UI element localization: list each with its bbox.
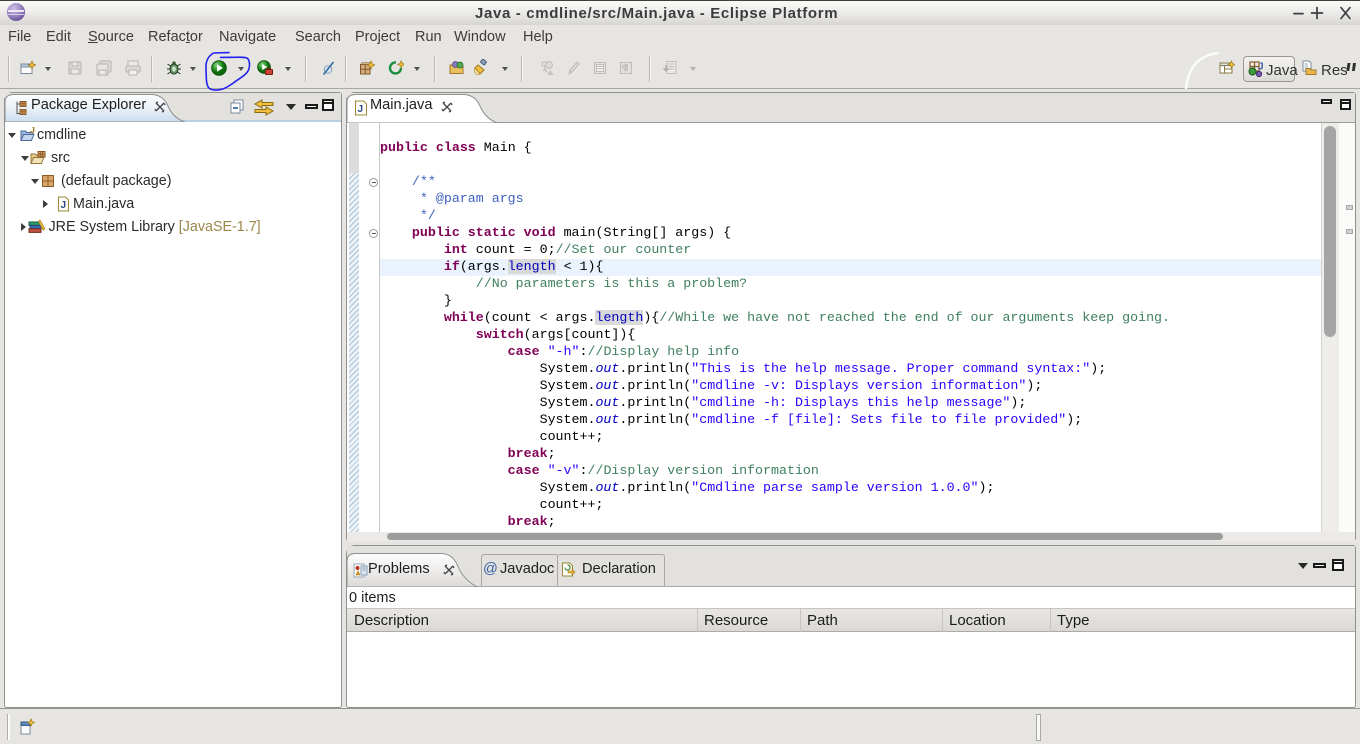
svg-text:J: J: [30, 127, 35, 135]
svg-text:J: J: [1258, 62, 1264, 73]
svg-text:J: J: [358, 104, 364, 115]
svg-text:J: J: [61, 200, 67, 211]
